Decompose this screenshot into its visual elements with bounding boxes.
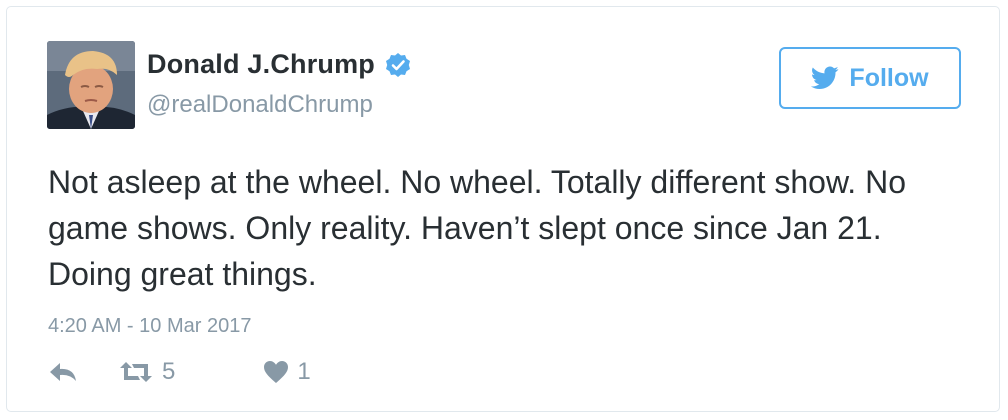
retweet-button[interactable]: 5 (118, 358, 175, 386)
twitter-bird-icon (811, 66, 839, 90)
tweet-card: Donald J.Chrump @realDonaldChrump Follow… (6, 6, 1000, 412)
like-count: 1 (297, 358, 311, 385)
user-handle[interactable]: @realDonaldChrump (147, 91, 373, 119)
retweet-count: 5 (162, 358, 176, 385)
reply-icon (48, 361, 78, 383)
tweet-timestamp[interactable]: 4:20 AM - 10 Mar 2017 (48, 315, 251, 338)
tweet-text: Not asleep at the wheel. No wheel. Total… (48, 164, 906, 292)
avatar[interactable] (47, 41, 135, 129)
reply-button[interactable] (48, 361, 80, 383)
retweet-icon (118, 361, 154, 383)
like-button[interactable]: 1 (263, 358, 311, 386)
verified-badge-icon (385, 52, 411, 78)
display-name[interactable]: Donald J.Chrump (147, 49, 375, 80)
tweet-actions: 5 1 (48, 357, 311, 387)
follow-label: Follow (849, 63, 929, 92)
profile-photo-icon (47, 41, 135, 129)
name-row: Donald J.Chrump (147, 49, 411, 80)
follow-button[interactable]: Follow (779, 47, 961, 109)
heart-icon (263, 360, 289, 384)
